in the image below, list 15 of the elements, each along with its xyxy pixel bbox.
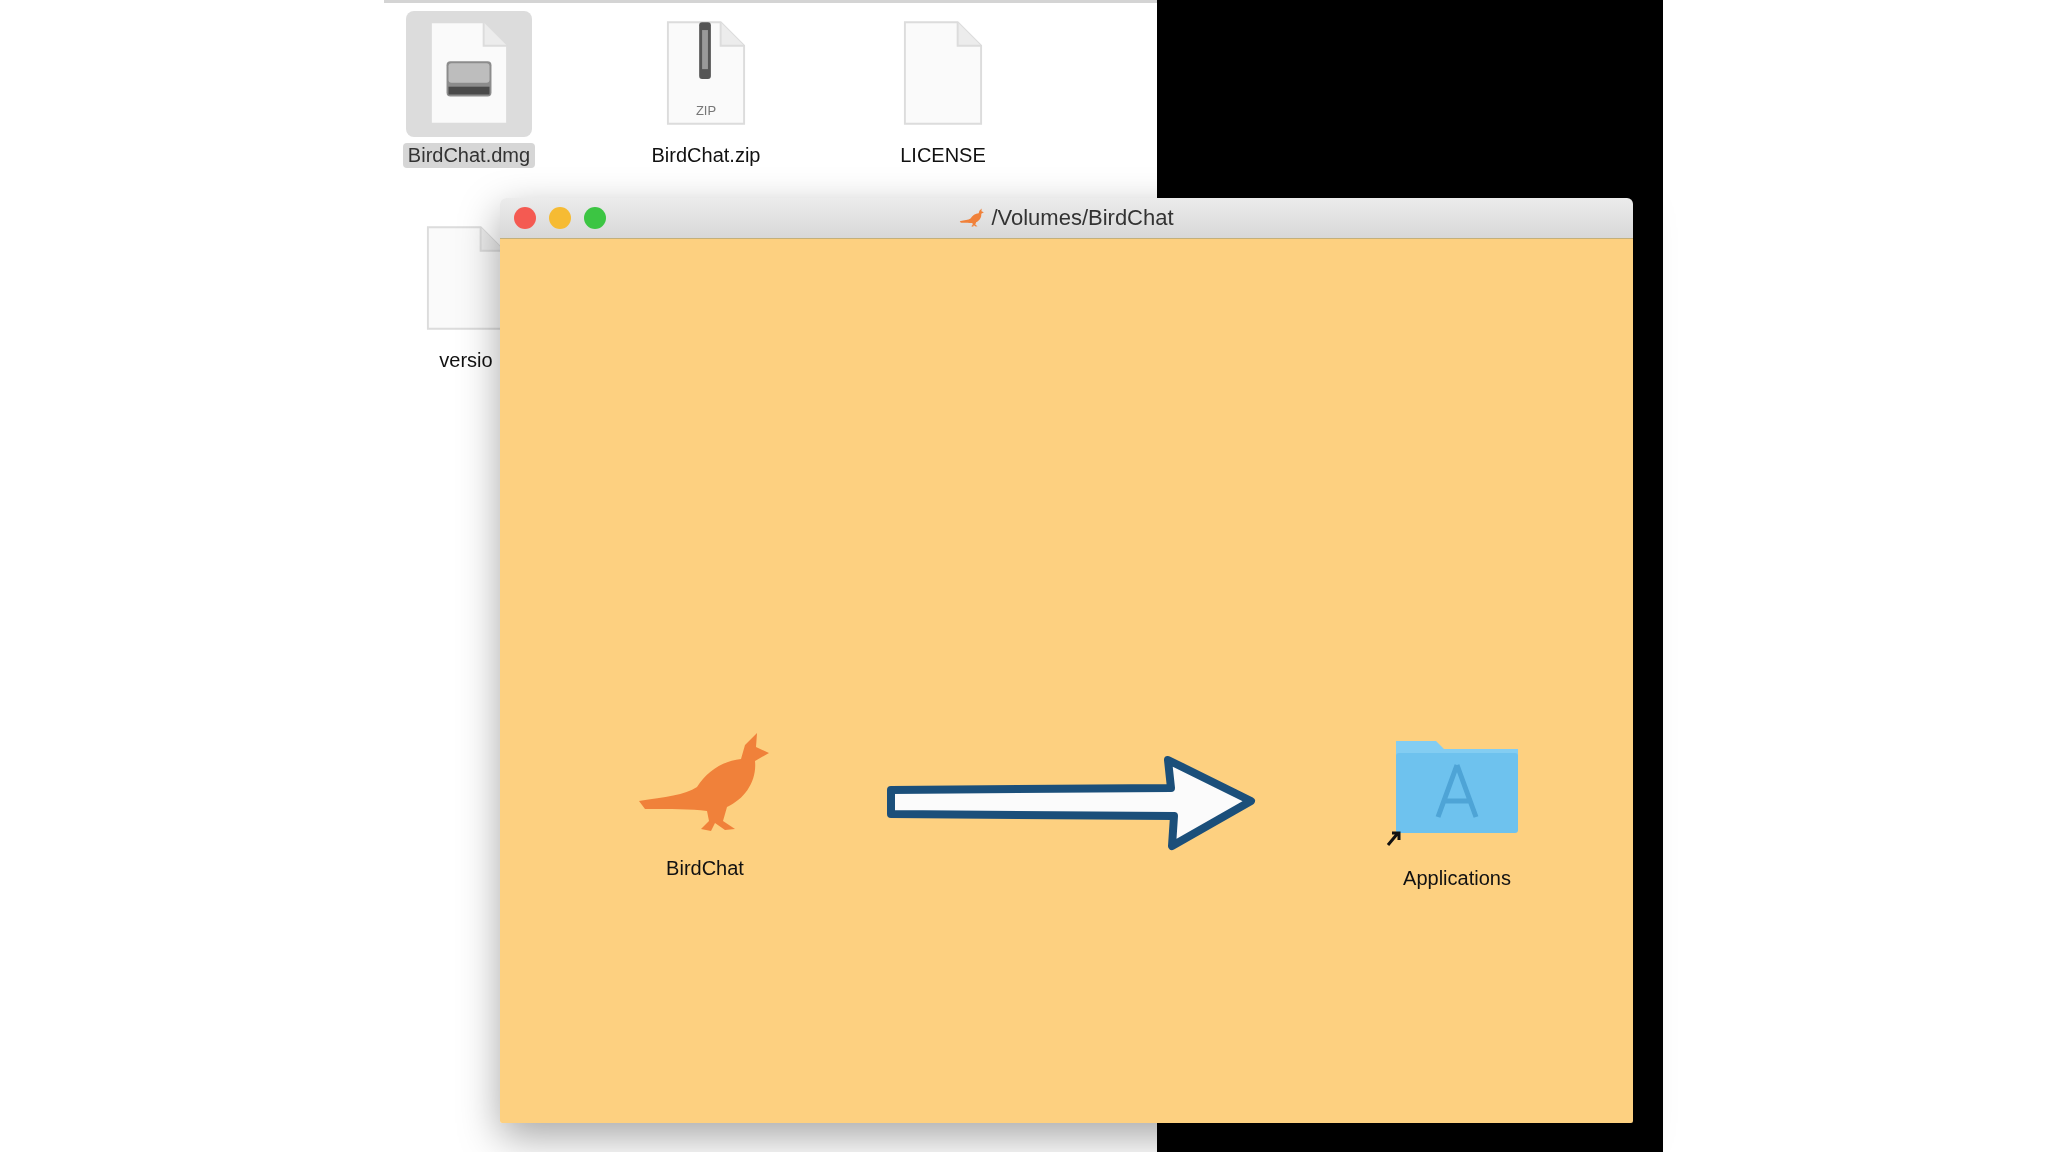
close-button[interactable] [514,207,536,229]
zip-file-icon[interactable] [664,20,748,128]
bird-icon [959,208,986,228]
file-name[interactable]: versio [434,348,498,373]
minimize-button[interactable] [549,207,571,229]
file-name[interactable]: BirdChat.zip [646,143,766,168]
item-name[interactable]: BirdChat [666,857,744,880]
zoom-button[interactable] [584,207,606,229]
document-icon[interactable] [901,20,985,128]
file-type-label: ZIP [694,103,718,118]
file-name[interactable]: BirdChat.dmg [402,143,536,168]
window-title: /Volumes/BirdChat [991,205,1174,231]
item-name[interactable]: Applications [1403,867,1511,890]
document-icon[interactable] [424,225,500,333]
file-name[interactable]: LICENSE [895,143,991,168]
